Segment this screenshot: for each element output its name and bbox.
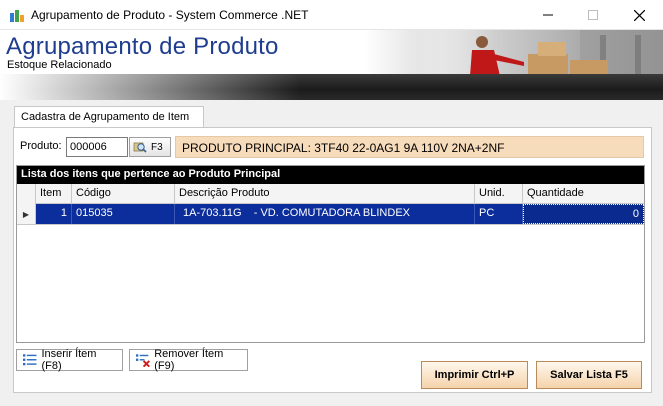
cell-descricao[interactable]: 1A-703.11G - VD. COMUTADORA BLINDEX xyxy=(175,204,475,224)
banner-strip-fade xyxy=(0,74,300,100)
close-icon xyxy=(633,9,645,21)
column-header-descricao[interactable]: Descrição Produto xyxy=(175,184,475,204)
remove-list-icon xyxy=(135,354,150,367)
grid-row-header-corner xyxy=(17,184,36,204)
cell-item[interactable]: 1 xyxy=(36,204,72,224)
maximize-icon xyxy=(588,10,598,20)
product-description: PRODUTO PRINCIPAL: 3TF40 22-0AG1 9A 110V… xyxy=(175,136,644,158)
window-titlebar: Agrupamento de Produto - System Commerce… xyxy=(0,0,663,30)
app-icon xyxy=(10,10,24,22)
minimize-icon xyxy=(543,14,553,16)
table-row[interactable]: ▶ 1 015035 1A-703.11G - VD. COMUTADORA B… xyxy=(17,204,644,225)
insert-item-button[interactable]: Inserir Ítem (F8) xyxy=(16,348,123,372)
minimize-button[interactable] xyxy=(525,0,571,30)
cell-unid[interactable]: PC xyxy=(475,204,523,224)
cell-quantidade[interactable]: 0 xyxy=(523,204,644,224)
grid-caption: Lista dos itens que pertence ao Produto … xyxy=(17,166,644,184)
column-header-item[interactable]: Item xyxy=(36,184,72,204)
banner-subtitle: Estoque Relacionado xyxy=(7,59,112,71)
remove-item-label: Remover Ítem (F9) xyxy=(154,348,224,372)
tab-cadastra-agrupamento[interactable]: Cadastra de Agrupamento de Item xyxy=(14,106,204,128)
lookup-button-label: F3 xyxy=(151,141,163,153)
grid-header: Item Código Descrição Produto Unid. Quan… xyxy=(17,184,644,204)
close-button[interactable] xyxy=(616,0,662,30)
column-header-codigo[interactable]: Código xyxy=(72,184,175,204)
remove-item-button[interactable]: Remover Ítem (F9) xyxy=(129,348,248,372)
insert-item-label: Inserir Ítem (F8) xyxy=(41,348,97,372)
banner-title: Agrupamento de Produto xyxy=(6,33,279,60)
save-list-button[interactable]: Salvar Lista F5 xyxy=(536,361,642,389)
row-selector-arrow-icon[interactable]: ▶ xyxy=(17,204,36,224)
print-button[interactable]: Imprimir Ctrl+P xyxy=(421,361,528,389)
search-icon xyxy=(133,142,147,153)
tab-label: Cadastra de Agrupamento de Item xyxy=(21,111,190,123)
column-header-unid[interactable]: Unid. xyxy=(475,184,523,204)
product-code-input[interactable] xyxy=(66,137,128,157)
window-title: Agrupamento de Produto - System Commerce… xyxy=(31,8,309,22)
insert-list-icon xyxy=(22,354,37,366)
maximize-button[interactable] xyxy=(570,0,616,30)
items-grid: Lista dos itens que pertence ao Produto … xyxy=(16,165,645,343)
cell-codigo[interactable]: 015035 xyxy=(72,204,175,224)
product-lookup-button[interactable]: F3 xyxy=(129,137,171,157)
product-label: Produto: xyxy=(20,140,62,152)
column-header-quantidade[interactable]: Quantidade xyxy=(523,184,644,204)
